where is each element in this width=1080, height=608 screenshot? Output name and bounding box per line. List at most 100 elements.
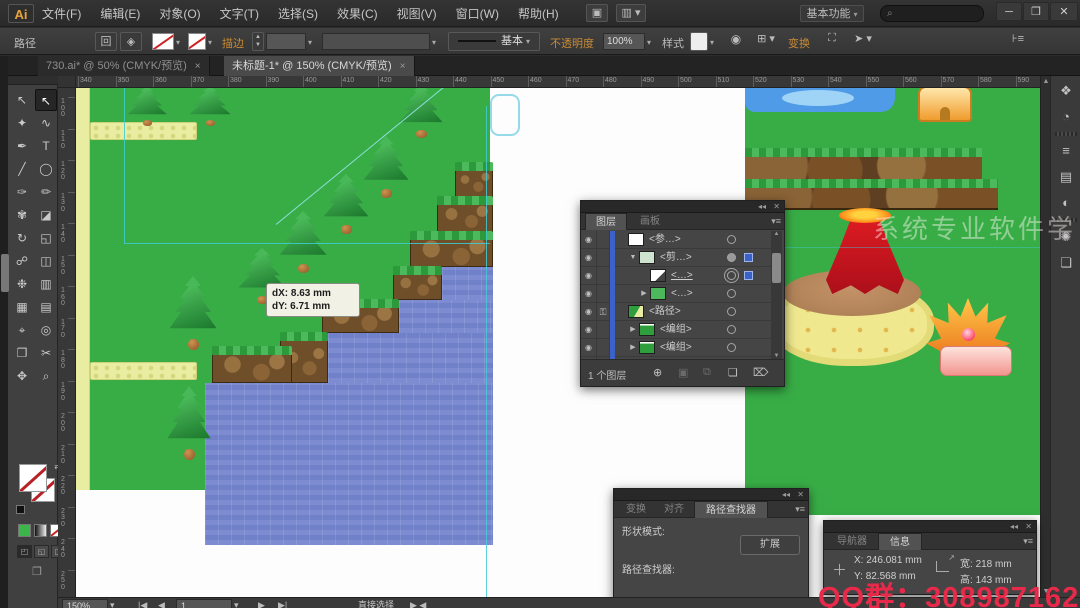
draw-behind-button[interactable]: ◱ [34,545,49,558]
layer-row[interactable]: ◉<…> [581,267,771,285]
magic-wand-tool[interactable]: ✦ [11,112,33,134]
target-circle-icon[interactable] [727,253,736,262]
opacity-label[interactable]: 不透明度 [550,35,594,51]
clipping-mask-button[interactable]: ▣ [678,366,688,379]
blob-brush-tool[interactable]: ✾ [11,204,33,226]
lock-icon[interactable] [597,231,610,249]
zoom-level-field[interactable]: 150% [62,599,108,608]
pen-tool[interactable]: ✒ [11,135,33,157]
line-segment-tool[interactable]: ╱ [11,158,33,180]
restore-button[interactable]: ❐ [1023,2,1049,21]
stroke-dropdown-icon[interactable]: ▾ [208,38,212,47]
lock-icon[interactable] [597,339,610,357]
unite-button[interactable] [624,537,642,552]
tab-align[interactable]: 对齐 [656,501,692,518]
merge-button[interactable] [686,575,704,590]
trim-button[interactable] [655,575,673,590]
symbol-sprayer-tool[interactable]: ❉ [11,273,33,295]
menu-select[interactable]: 选择(S) [278,5,318,22]
screen-mode-button[interactable]: ❐ [28,566,46,580]
lock-icon[interactable]: ⚿ [597,303,610,321]
paintbrush-tool[interactable]: ✑ [11,181,33,203]
exclude-button[interactable] [714,537,732,552]
align-dropdown-icon[interactable]: ⊞ ▾ [752,32,780,51]
menu-effect[interactable]: 效果(C) [337,5,378,22]
layer-row[interactable]: ◉<参…> [581,231,771,249]
delete-layer-button[interactable]: ⌦ [753,366,769,379]
artboard-dropdown-icon[interactable]: ▾ [234,599,239,608]
expander-icon[interactable]: ▶ [628,339,638,357]
expander-icon[interactable]: ▼ [628,249,638,267]
visibility-eye-icon[interactable]: ◉ [581,231,597,249]
layer-row[interactable]: ◉ ▼ <剪…> [581,249,771,267]
document-tab-inactive[interactable]: 730.ai* @ 50% (CMYK/预览)× [38,56,210,76]
zoom-tool[interactable]: ⌕ [35,365,57,387]
minimize-button[interactable]: ─ [996,2,1022,21]
fill-swatch-none[interactable] [19,464,47,492]
collapse-options-icon[interactable]: ⊦≡ [1005,32,1031,51]
layers-scroll-thumb[interactable] [772,253,781,283]
panel-menu-icon[interactable]: ▾≡ [771,216,781,227]
last-artboard-icon[interactable]: ▶| [278,599,287,608]
zoom-dropdown-icon[interactable]: ▾ [110,599,115,608]
recolor-artwork-icon[interactable]: ◉ [726,32,746,51]
horizontal-ruler[interactable]: 3403503603703803904004104204304404504604… [76,76,1040,88]
shape-mode-icon[interactable]: 回 [95,32,117,51]
color-panel-icon[interactable]: ❖ [1054,80,1078,102]
tab-pathfinder[interactable]: 路径查找器 [694,501,768,518]
style-swatch[interactable] [690,32,708,51]
close-panel-icon[interactable]: ✕ [1025,522,1032,531]
close-tab-icon[interactable]: × [400,61,406,72]
tab-layers[interactable]: 图层 [585,213,627,230]
visibility-eye-icon[interactable]: ◉ [581,285,597,303]
menu-object[interactable]: 对象(O) [159,5,200,22]
ruler-origin-corner[interactable] [58,76,76,88]
workspace-switcher[interactable]: 基本功能 ▾ [800,5,864,22]
menu-view[interactable]: 视图(V) [397,5,437,22]
collapse-panel-icon[interactable]: ◂◂ [1010,522,1018,531]
tools-panel-grip[interactable] [8,76,58,85]
scale-tool[interactable]: ◱ [35,227,57,249]
visibility-eye-icon[interactable]: ◉ [581,249,597,267]
column-graph-tool[interactable]: ▥ [35,273,57,295]
lock-icon[interactable] [597,285,610,303]
lock-icon[interactable] [597,267,610,285]
menu-edit[interactable]: 编辑(E) [100,5,140,22]
menu-type[interactable]: 文字(T) [220,5,259,22]
layer-name-label[interactable]: <…> [671,285,693,303]
tab-artboards[interactable]: 画板 [629,213,671,230]
first-artboard-icon[interactable]: |◀ [138,599,147,608]
new-sublayer-button[interactable]: ⧉ [703,366,711,379]
layers-scroll-up-icon[interactable]: ▲ [771,231,782,237]
layers-panel-header[interactable]: ◂◂ ✕ [581,201,784,213]
minus-back-button[interactable] [779,575,797,590]
scrollbar-thumb[interactable] [1,254,9,292]
expander-icon[interactable]: ▶ [639,285,649,303]
layer-row[interactable]: ◉▶<编组> [581,321,771,339]
stroke-stepper[interactable]: ▲▼ [252,32,264,51]
layer-name-label[interactable]: <编组> [660,339,692,357]
tab-transform[interactable]: 变换 [618,501,654,518]
menu-file[interactable]: 文件(F) [42,5,81,22]
minus-front-button[interactable] [654,537,672,552]
expand-button[interactable]: 扩展 [740,535,800,555]
default-fill-stroke-icon[interactable] [16,505,25,514]
eyedropper-tool[interactable]: ⌖ [11,319,33,341]
direct-selection-tool[interactable]: ↖ [35,89,57,111]
guide-horizontal-right[interactable] [745,247,1040,248]
gradient-tool[interactable]: ▤ [35,296,57,318]
pathfinder-panel-header[interactable]: ◂◂ ✕ [614,489,808,501]
gradient-panel-icon[interactable]: ▤ [1054,166,1078,188]
artboard-number-field[interactable]: 1 [176,599,232,608]
layer-name-label[interactable]: <剪…> [660,249,692,267]
status-expand-icon[interactable]: ▶ ◀ [410,599,426,608]
layers-scrollbar[interactable]: ▲ ▼ [771,231,782,359]
isolate-icon[interactable]: ⛶ [822,32,842,51]
eraser-tool[interactable]: ◪ [35,204,57,226]
stroke-weight-dropdown-icon[interactable]: ▾ [308,38,312,47]
target-mode-icon[interactable]: ◈ [120,32,142,51]
fill-dropdown-icon[interactable]: ▾ [176,38,180,47]
select-similar-icon[interactable]: ➤ ▾ [848,32,878,51]
layer-row[interactable]: ◉⚿<路径> [581,303,771,321]
brush-definition-field[interactable]: 基本 ▾ [448,32,540,51]
